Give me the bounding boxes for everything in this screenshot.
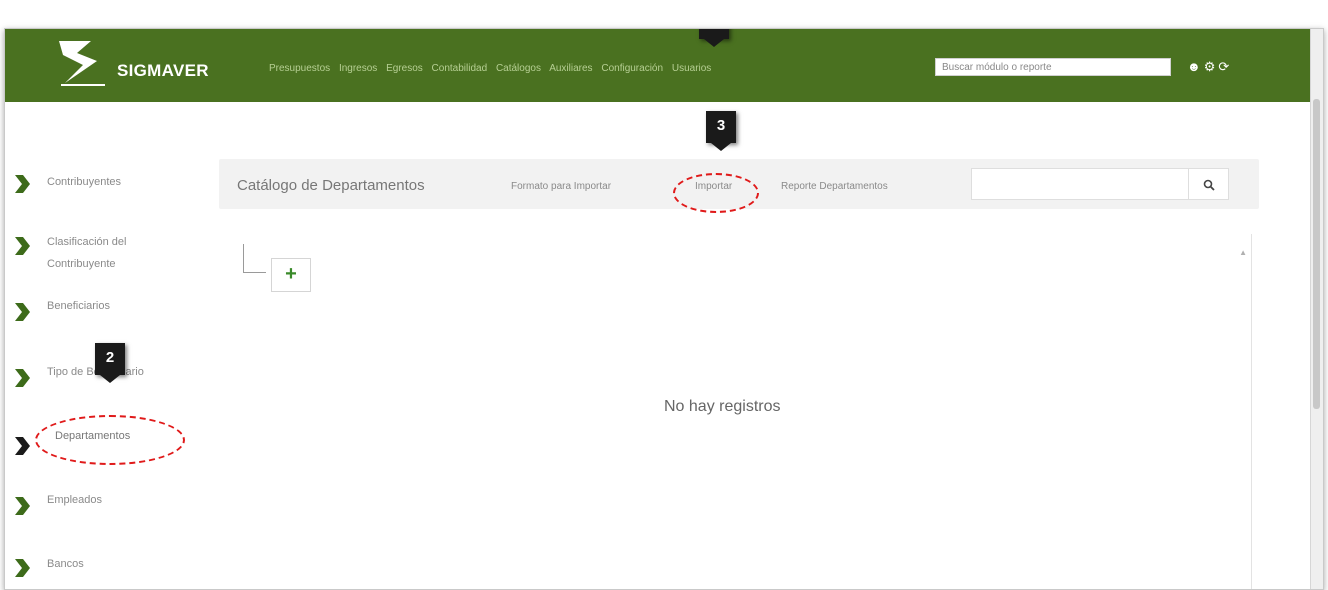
step-marker-1: 1 xyxy=(699,29,729,47)
brand-name: SIGMAVER xyxy=(117,61,209,80)
highlight-departamentos xyxy=(35,415,185,465)
tree-connector xyxy=(243,244,266,273)
app-window: SIGMAVER Presupuestos Ingresos Egresos C… xyxy=(4,28,1324,590)
empty-state-message: No hay registros xyxy=(664,398,781,415)
logout-icon[interactable]: ⟳ xyxy=(1218,59,1232,74)
nav-item-configuracion[interactable]: Configuración xyxy=(601,63,663,74)
chevron-right-icon xyxy=(15,175,30,193)
chevron-right-icon xyxy=(15,369,30,387)
nav-item-presupuestos[interactable]: Presupuestos xyxy=(269,63,330,74)
chevron-right-icon xyxy=(15,303,30,321)
chevron-right-icon xyxy=(15,559,30,577)
user-icon[interactable]: ☻ xyxy=(1187,59,1204,74)
nav-item-auxiliares[interactable]: Auxiliares xyxy=(549,63,592,74)
scroll-up-icon[interactable]: ▲ xyxy=(1239,248,1247,257)
content-panel: + No hay registros ▲ xyxy=(219,234,1252,589)
page-title: Catálogo de Departamentos xyxy=(237,177,425,194)
nav-item-ingresos[interactable]: Ingresos xyxy=(339,63,377,74)
step-marker-3: 3 xyxy=(706,111,736,151)
search-icon xyxy=(1203,179,1215,191)
add-button[interactable]: + xyxy=(271,258,311,292)
step-marker-2: 2 xyxy=(95,343,125,383)
top-icons: ☻⚙⟳ xyxy=(1187,59,1232,75)
top-navbar: SIGMAVER Presupuestos Ingresos Egresos C… xyxy=(5,29,1311,102)
nav-item-usuarios[interactable]: Usuarios xyxy=(672,63,711,74)
highlight-importar xyxy=(673,173,759,213)
module-search-input[interactable] xyxy=(935,58,1171,76)
gear-icon[interactable]: ⚙ xyxy=(1204,59,1219,74)
nav-item-catalogos[interactable]: Catálogos xyxy=(496,63,541,74)
chevron-right-icon xyxy=(15,497,30,515)
format-import-link[interactable]: Formato para Importar xyxy=(511,181,611,192)
report-link[interactable]: Reporte Departamentos xyxy=(781,181,888,192)
sigmaver-logo xyxy=(59,41,105,86)
nav-item-contabilidad[interactable]: Contabilidad xyxy=(432,63,488,74)
nav-item-egresos[interactable]: Egresos xyxy=(386,63,423,74)
main-nav: Presupuestos Ingresos Egresos Contabilid… xyxy=(269,63,717,74)
search-button[interactable] xyxy=(1189,168,1229,200)
scrollbar-thumb[interactable] xyxy=(1313,99,1320,409)
chevron-right-icon xyxy=(15,237,30,255)
page-scrollbar[interactable] xyxy=(1310,29,1323,589)
chevron-right-icon xyxy=(15,437,30,455)
catalog-search-input[interactable] xyxy=(971,168,1189,200)
